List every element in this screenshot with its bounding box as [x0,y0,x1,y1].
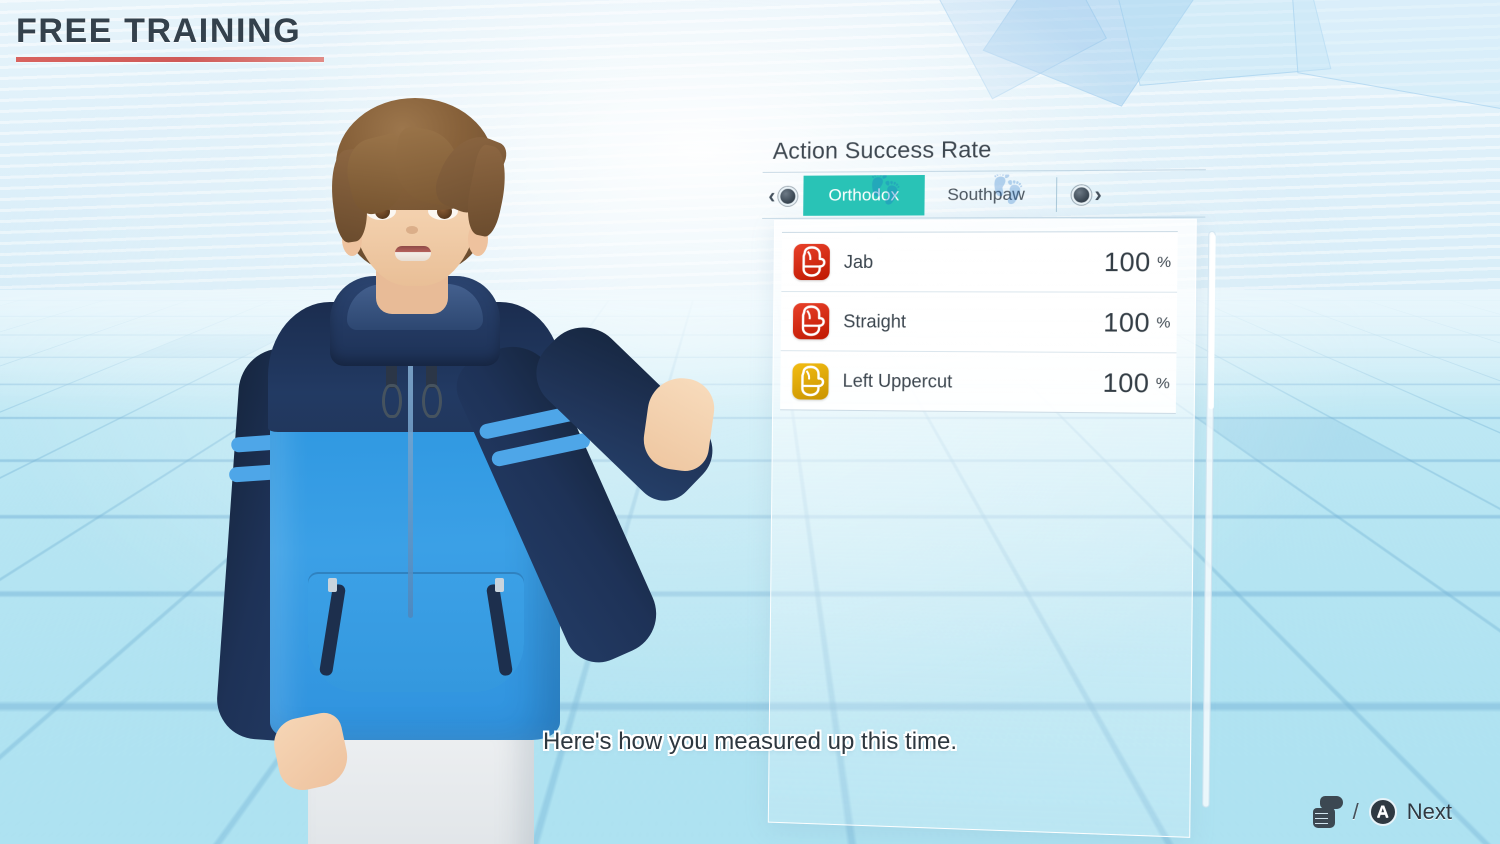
tabbar-divider [1055,177,1058,212]
prompt-separator: / [1352,799,1359,824]
footprint-icon: 👣 [988,174,1028,207]
success-rate-value: 100 [1103,306,1151,338]
success-rate-label: Jab [843,251,874,272]
success-rate-row[interactable]: Jab 100% [781,232,1178,293]
boxing-glove-left-uppercut-icon [792,362,829,400]
page-title: FREE TRAINING [16,12,302,50]
page-title-block: FREE TRAINING [16,12,326,62]
boxing-glove-straight-icon [792,303,830,340]
footprint-icon: 👣 [865,174,905,207]
dialogue-text: Here's how you measured up this time. [542,728,958,755]
success-rate-label: Straight [843,310,907,332]
avatar-hoodie-pocket [308,572,524,692]
a-button-icon[interactable]: A [1368,798,1397,826]
prev-category-button[interactable]: ‹ [762,184,803,208]
success-rate-unit: % [1155,374,1170,393]
success-rate-unit: % [1156,313,1171,332]
success-rate-unit: % [1157,253,1172,271]
panel-title: Action Success Rate [772,136,992,164]
boxing-glove-jab-icon [793,243,830,281]
stick-right-icon [1071,184,1092,205]
button-prompt: / A Next [1312,796,1452,828]
next-category-button[interactable]: › [1065,182,1108,207]
success-rate-list: Jab 100% Straight 100% Left Uppercut 100% [780,231,1178,414]
floor-tile [1200,418,1407,460]
tab-orthodox[interactable]: 👣 Orthodox [803,174,925,216]
success-rate-row[interactable]: Straight 100% [780,292,1178,354]
prompt-label: Next [1406,799,1452,824]
chevron-left-icon: ‹ [768,184,776,208]
success-rate-row[interactable]: Left Uppercut 100% [780,351,1176,414]
success-rate-value: 100 [1103,246,1152,277]
success-rate-label: Left Uppercut [842,370,953,392]
avatar-nose [406,226,418,234]
title-underline [16,57,324,62]
pointing-hand-icon[interactable] [1312,796,1343,828]
success-rate-value: 100 [1102,367,1150,399]
chevron-right-icon: › [1094,182,1102,207]
tab-southpaw[interactable]: 👣 Southpaw [924,174,1048,215]
avatar-mouth [395,246,431,261]
stance-tabbar: ‹ 👣 Orthodox 👣 Southpaw › [762,171,1206,218]
action-success-rate-panel: Action Success Rate ‹ 👣 Orthodox 👣 South… [749,116,1216,838]
stick-left-icon [778,186,798,206]
